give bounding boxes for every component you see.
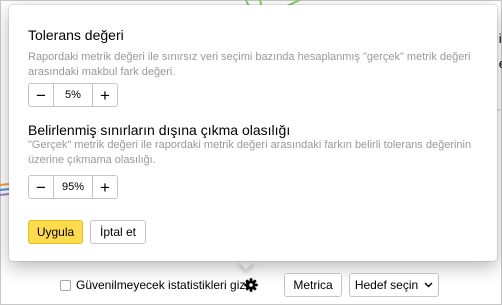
select-goal-button[interactable]: Hedef seçin (349, 273, 439, 297)
chart-line-orange (0, 183, 10, 186)
metrica-button-label: Metrica (293, 278, 333, 292)
probability-title: Belirlenmiş sınırların dışına çıkma olas… (28, 122, 291, 138)
probability-decrease-button[interactable]: − (29, 176, 53, 198)
tolerance-description: Rapordaki metrik değeri ile sınırsız ver… (28, 51, 471, 78)
probability-description: "Gerçek" metrik değeri ile rapordaki met… (28, 139, 472, 166)
tolerance-value[interactable]: 5% (53, 84, 93, 106)
gear-icon[interactable] (244, 278, 258, 292)
sampling-settings-popup: Tolerans değeri Rapordaki metrik değeri … (9, 5, 497, 261)
hide-unreliable-checkbox[interactable] (60, 280, 71, 291)
cancel-button[interactable]: İptal et (90, 220, 146, 244)
tolerance-increase-button[interactable]: + (93, 84, 117, 106)
hide-unreliable-label[interactable]: Güvenilmeyecek istatistikleri gizle (76, 278, 255, 292)
apply-button[interactable]: Uygula (28, 220, 83, 244)
tolerance-title: Tolerans değeri (28, 27, 124, 43)
chevron-down-icon (424, 282, 433, 288)
select-goal-label: Hedef seçin (354, 278, 419, 292)
probability-stepper: − 95% + (28, 175, 118, 199)
tolerance-decrease-button[interactable]: − (29, 84, 53, 106)
probability-increase-button[interactable]: + (93, 176, 117, 198)
metrica-button[interactable]: Metrica (284, 273, 342, 297)
probability-value[interactable]: 95% (53, 176, 93, 198)
chart-line-purple (0, 193, 10, 196)
tolerance-stepper: − 5% + (28, 83, 118, 107)
chart-line-blue (0, 188, 10, 191)
